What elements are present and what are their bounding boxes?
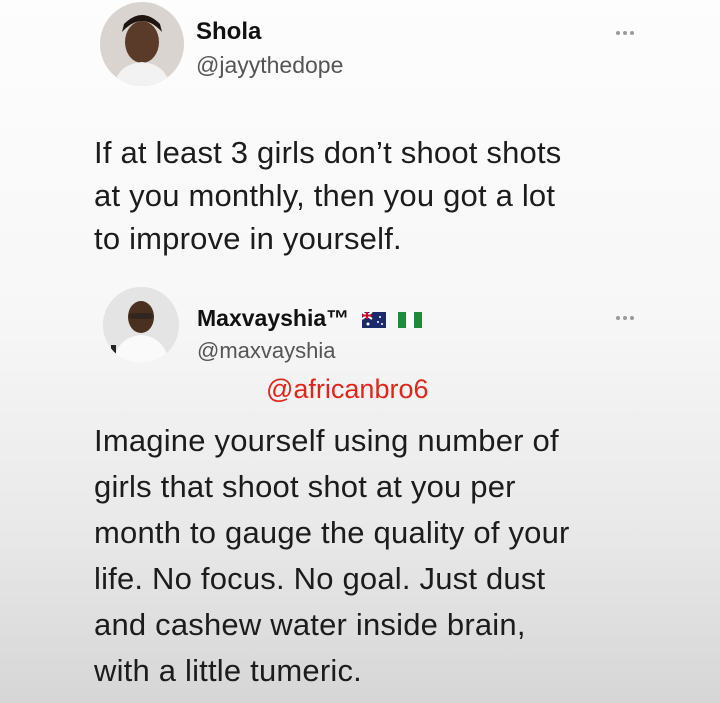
profile-photo-icon — [100, 2, 184, 86]
shola-avatar[interactable] — [100, 2, 184, 86]
shola-author-handle[interactable]: @jayythedope — [196, 52, 343, 79]
tweet-line: If at least 3 girls don’t shoot shots — [94, 135, 562, 170]
tweet-line: with a little tumeric. — [94, 653, 362, 688]
tweet-line: at you monthly, then you got a lot — [94, 178, 556, 213]
maxvayshia-tweet-text: Imagine yourself using number of girls t… — [94, 418, 704, 694]
tweet-line: Imagine yourself using number of — [94, 423, 559, 458]
shola-tweet-text: If at least 3 girls don’t shoot shots at… — [94, 131, 694, 260]
watermark-handle: @africanbro6 — [266, 374, 429, 404]
maxvayshia-name-text: Maxvayshia™ — [197, 305, 350, 331]
maxvayshia-avatar[interactable] — [103, 287, 179, 363]
tweet-line: month to gauge the quality of your — [94, 515, 570, 550]
australia-flag-icon — [361, 311, 386, 328]
more-options-icon[interactable] — [616, 316, 634, 320]
more-options-icon[interactable] — [616, 31, 634, 35]
maxvayshia-author-name[interactable]: Maxvayshia™ — [197, 305, 422, 332]
profile-photo-icon — [103, 287, 179, 363]
tweet-line: to improve in yourself. — [94, 221, 402, 256]
shola-author-name[interactable]: Shola — [196, 18, 261, 46]
nigeria-flag-icon — [397, 311, 422, 328]
maxvayshia-author-handle[interactable]: @maxvayshia — [197, 338, 336, 364]
tweet-line: girls that shoot shot at you per — [94, 469, 516, 504]
tweet-line: and cashew water inside brain, — [94, 607, 526, 642]
tweet-line: life. No focus. No goal. Just dust — [94, 561, 546, 596]
